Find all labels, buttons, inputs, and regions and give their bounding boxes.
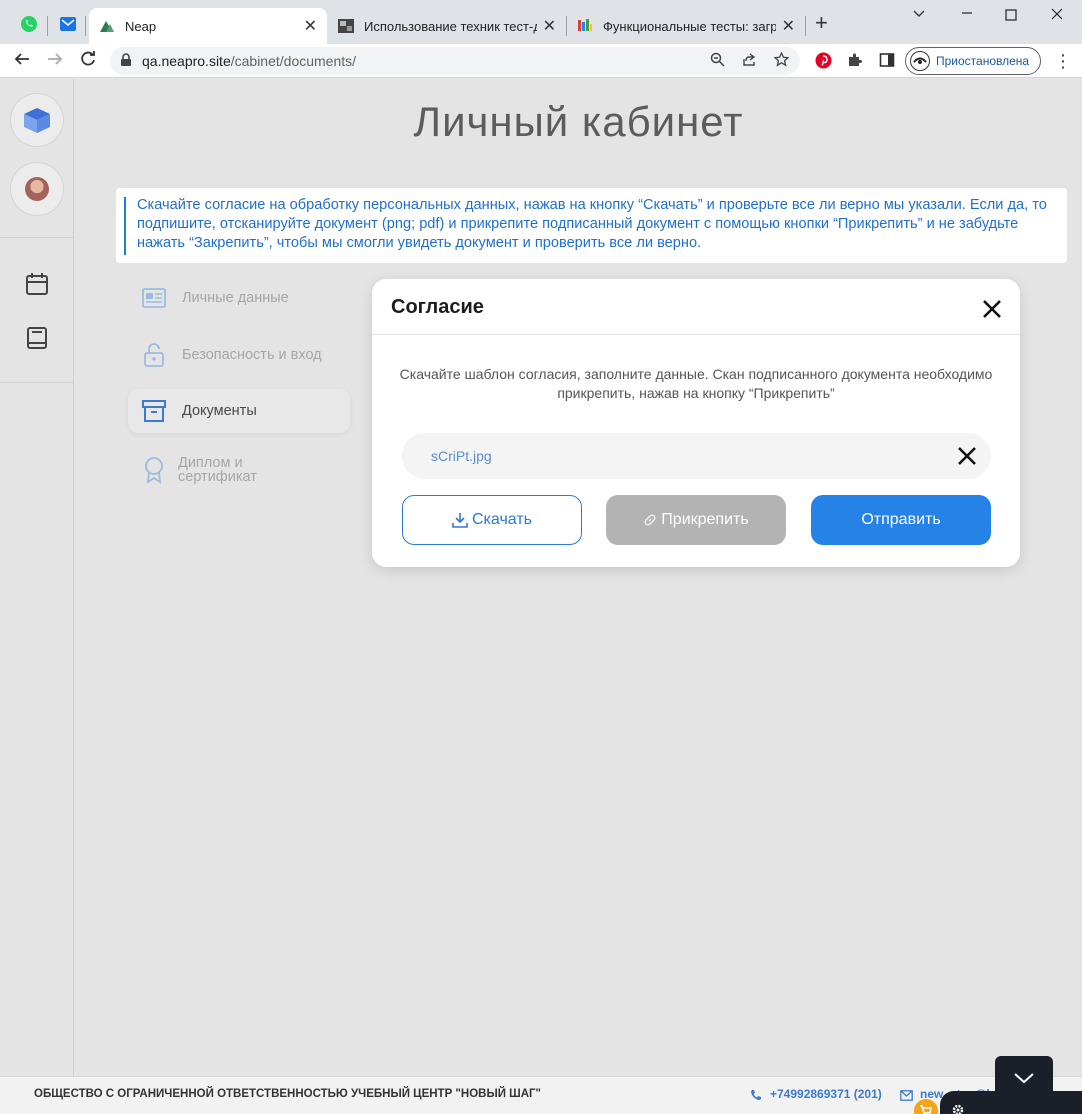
book-icon[interactable] bbox=[25, 326, 49, 355]
zoom-icon[interactable] bbox=[710, 52, 725, 71]
modal-title: Согласие bbox=[391, 296, 484, 318]
extensions-puzzle-icon[interactable] bbox=[847, 52, 863, 73]
lock-icon bbox=[121, 53, 131, 66]
tab-title: Функциональные тесты: загрузка bbox=[603, 18, 776, 34]
remove-file-button[interactable] bbox=[953, 442, 981, 470]
bookmark-star-icon[interactable] bbox=[773, 51, 790, 71]
close-tab-icon[interactable]: ✕ bbox=[782, 16, 795, 36]
avatar bbox=[25, 177, 49, 201]
attach-button[interactable]: Прикрепить bbox=[606, 495, 786, 545]
browser-tab-strip: Neap ✕ Использование техник тест-дизайна… bbox=[0, 0, 1082, 44]
forward-icon[interactable] bbox=[46, 50, 64, 73]
close-window-icon[interactable] bbox=[1050, 7, 1064, 26]
company-name: ОБЩЕСТВО С ОГРАНИЧЕННОЙ ОТВЕТСТВЕННОСТЬЮ… bbox=[34, 1088, 541, 1100]
share-icon[interactable] bbox=[742, 52, 758, 71]
profile-status-label: Приостановлена bbox=[936, 54, 1030, 68]
browser-toolbar: qa.neapro.site/cabinet/documents/ Приост… bbox=[0, 44, 1082, 78]
modal-close-button[interactable] bbox=[978, 295, 1006, 323]
whatsapp-icon bbox=[21, 16, 37, 32]
menu-item-diploma[interactable]: Диплом и сертификат bbox=[128, 446, 257, 494]
badge-icon bbox=[142, 456, 166, 484]
tab-test-design[interactable]: Использование техник тест-дизайна ✕ bbox=[328, 8, 566, 44]
new-tab-button[interactable]: + bbox=[815, 12, 828, 34]
tab-search-icon[interactable] bbox=[912, 6, 926, 24]
address-bar[interactable]: qa.neapro.site/cabinet/documents/ bbox=[110, 47, 800, 75]
unlock-icon bbox=[142, 343, 166, 367]
tab-title: Neap bbox=[125, 18, 157, 34]
modal-description: Скачайте шаблон согласия, заполните данн… bbox=[399, 366, 993, 401]
page-title: Личный кабинет bbox=[413, 98, 744, 145]
tab-title: Использование техник тест-дизайна bbox=[364, 18, 537, 34]
mail-pinned-tab[interactable] bbox=[53, 9, 83, 39]
user-avatar-button[interactable] bbox=[10, 162, 64, 216]
archive-icon bbox=[142, 400, 166, 422]
mail-icon bbox=[60, 17, 76, 31]
menu-item-security[interactable]: Безопасность и вход bbox=[128, 333, 322, 377]
notice-accent-bar bbox=[124, 197, 126, 255]
reload-icon[interactable] bbox=[79, 50, 97, 73]
menu-item-label: Документы bbox=[182, 403, 257, 419]
settings-gear-icon bbox=[952, 1104, 964, 1114]
phone-icon bbox=[750, 1088, 762, 1106]
menu-item-label: Диплом и сертификат bbox=[178, 455, 257, 485]
footer-phone-link[interactable]: +74992869371 (201) bbox=[770, 1087, 882, 1101]
id-card-icon bbox=[142, 288, 166, 308]
sidebar-divider bbox=[0, 237, 74, 238]
sidebar-divider bbox=[0, 382, 74, 383]
tab-separator bbox=[805, 16, 806, 36]
send-button-label: Отправить bbox=[861, 511, 941, 528]
attached-file-row: sCriPt.jpg bbox=[402, 433, 991, 479]
attached-file-name[interactable]: sCriPt.jpg bbox=[431, 448, 492, 464]
profile-avatar-icon bbox=[910, 51, 930, 71]
menu-item-label: Личные данные bbox=[182, 290, 289, 306]
url-text: qa.neapro.site/cabinet/documents/ bbox=[142, 53, 357, 69]
download-button[interactable]: Скачать bbox=[402, 495, 582, 545]
graduation-cube-icon bbox=[24, 108, 50, 133]
close-tab-icon[interactable]: ✕ bbox=[304, 16, 317, 36]
collapse-widget-button[interactable] bbox=[995, 1056, 1053, 1100]
attach-button-label: Прикрепить bbox=[661, 511, 749, 528]
minimize-window-icon[interactable] bbox=[960, 5, 974, 24]
calendar-icon[interactable] bbox=[25, 272, 49, 301]
consent-modal: Согласие Скачайте шаблон согласия, запол… bbox=[372, 279, 1020, 567]
back-icon[interactable] bbox=[13, 50, 31, 73]
menu-item-label: Безопасность и вход bbox=[182, 347, 322, 363]
link-icon bbox=[643, 513, 657, 527]
send-button[interactable]: Отправить bbox=[811, 495, 991, 545]
article-thumbnail-icon bbox=[338, 19, 354, 33]
tab-separator bbox=[85, 16, 86, 36]
tab-separator bbox=[47, 16, 48, 36]
profile-paused-button[interactable]: Приостановлена bbox=[905, 47, 1041, 75]
close-tab-icon[interactable]: ✕ bbox=[543, 16, 556, 36]
notice-text: Скачайте согласие на обработку персональ… bbox=[137, 197, 1047, 251]
tab-neap[interactable]: Neap ✕ bbox=[89, 8, 327, 44]
close-icon bbox=[958, 447, 976, 465]
tab-functional-tests[interactable]: Функциональные тесты: загрузка ✕ bbox=[567, 8, 805, 44]
download-button-label: Скачать bbox=[472, 511, 532, 528]
side-panel-icon[interactable] bbox=[879, 52, 895, 73]
close-icon bbox=[983, 300, 1001, 318]
cart-icon bbox=[920, 1105, 932, 1114]
pinterest-extension-icon[interactable] bbox=[815, 52, 832, 74]
modal-header: Согласие bbox=[372, 279, 1020, 335]
chevron-down-icon bbox=[1014, 1073, 1034, 1084]
maximize-window-icon[interactable] bbox=[1005, 8, 1017, 26]
menu-item-personal-data[interactable]: Личные данные bbox=[128, 276, 289, 320]
download-icon bbox=[452, 512, 468, 528]
notice-box: Скачайте согласие на обработку персональ… bbox=[116, 188, 1067, 263]
whatsapp-pinned-tab[interactable] bbox=[14, 9, 44, 39]
site-sidebar bbox=[0, 79, 74, 1076]
colorful-site-icon bbox=[578, 19, 592, 31]
neap-logo-icon bbox=[100, 21, 114, 32]
mail-icon bbox=[900, 1088, 913, 1106]
browser-menu-icon[interactable]: ⋮ bbox=[1054, 51, 1072, 72]
logo-button[interactable] bbox=[10, 93, 64, 147]
menu-item-documents[interactable]: Документы bbox=[128, 389, 350, 433]
